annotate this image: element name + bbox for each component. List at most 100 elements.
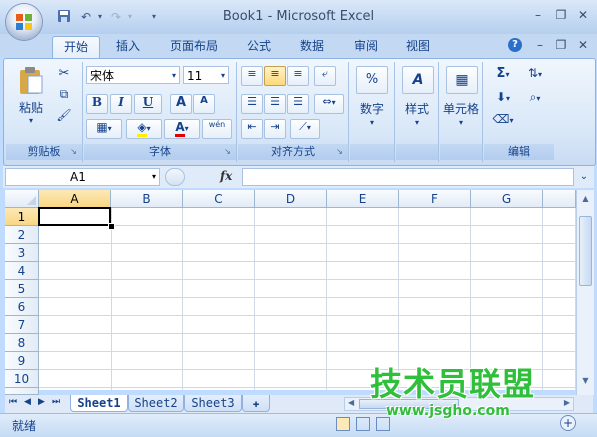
fill-button[interactable]: ⬇▾: [490, 90, 516, 108]
row-header-6[interactable]: 6: [5, 298, 39, 316]
formula-input[interactable]: [242, 168, 574, 186]
paste-button[interactable]: 粘贴 ▾: [14, 66, 48, 125]
font-color-dropdown-icon[interactable]: ▾: [185, 124, 189, 133]
bold-button[interactable]: B: [86, 94, 108, 114]
tab-insert[interactable]: 插入: [108, 36, 148, 58]
sheet-tab-1[interactable]: Sheet1: [70, 395, 128, 412]
active-cell-a1[interactable]: [38, 207, 111, 226]
column-header-partial[interactable]: [543, 190, 576, 208]
row-header-8[interactable]: 8: [5, 334, 39, 352]
row-header-10[interactable]: 10: [5, 370, 39, 388]
align-right-button[interactable]: ☰: [287, 94, 309, 114]
sheet-tab-2[interactable]: Sheet2: [128, 395, 184, 412]
fill-dropdown-icon[interactable]: ▾: [506, 94, 510, 103]
merge-dropdown-icon[interactable]: ▾: [332, 98, 336, 107]
paste-dropdown-icon[interactable]: ▾: [14, 116, 48, 125]
clear-dropdown-icon[interactable]: ▾: [509, 116, 513, 125]
row-header-7[interactable]: 7: [5, 316, 39, 334]
font-name-dropdown-icon[interactable]: ▾: [172, 67, 176, 85]
underline-button[interactable]: U: [134, 94, 162, 114]
grow-font-button[interactable]: A: [170, 94, 192, 114]
clear-button[interactable]: ⌫▾: [490, 112, 516, 130]
ribbon-close-icon[interactable]: ✕: [573, 37, 593, 53]
sheet-prev-icon[interactable]: ◀: [24, 397, 31, 407]
copy-icon[interactable]: ⧉: [56, 87, 72, 103]
orientation-button[interactable]: ⟋▾: [290, 119, 320, 139]
italic-button[interactable]: I: [110, 94, 132, 114]
insert-sheet-button[interactable]: ✚: [242, 395, 270, 412]
increase-indent-button[interactable]: ⇥: [264, 119, 286, 139]
tab-page-layout[interactable]: 页面布局: [162, 36, 226, 58]
sheet-tab-3[interactable]: Sheet3: [184, 395, 242, 412]
tab-view[interactable]: 视图: [398, 36, 438, 58]
scroll-left-icon[interactable]: ◀: [348, 398, 354, 407]
formula-bar-splitter[interactable]: [165, 168, 185, 186]
scroll-down-icon[interactable]: ▼: [579, 376, 592, 390]
column-header-c[interactable]: C: [183, 190, 255, 208]
wrap-text-button[interactable]: ⤶: [314, 66, 336, 86]
column-header-g[interactable]: G: [471, 190, 543, 208]
merge-center-button[interactable]: ⇔▾: [314, 94, 344, 114]
sort-filter-button[interactable]: ⇅▾: [522, 66, 548, 84]
sheet-last-icon[interactable]: ⏭: [52, 397, 60, 407]
scroll-up-icon[interactable]: ▲: [579, 194, 592, 208]
ribbon-restore-icon[interactable]: ❐: [551, 37, 571, 53]
font-name-combo[interactable]: 宋体 ▾: [86, 66, 180, 84]
font-launcher-icon[interactable]: ↘: [223, 147, 232, 156]
cells-button-label[interactable]: 单元格: [440, 100, 482, 117]
border-button[interactable]: ▦▾: [86, 119, 122, 139]
styles-button-label[interactable]: 样式: [396, 100, 438, 117]
align-bottom-button[interactable]: ≡: [287, 66, 309, 86]
font-size-combo[interactable]: 11 ▾: [183, 66, 229, 84]
name-box[interactable]: A1 ▾: [5, 168, 160, 186]
vertical-scrollbar[interactable]: ▲ ▼: [576, 190, 594, 395]
align-top-button[interactable]: ≡: [241, 66, 263, 86]
sheet-first-icon[interactable]: ⏮: [9, 397, 17, 407]
tab-home[interactable]: 开始: [52, 36, 100, 59]
font-color-button[interactable]: A▾: [164, 119, 200, 139]
sort-filter-dropdown-icon[interactable]: ▾: [538, 70, 542, 79]
alignment-launcher-icon[interactable]: ↘: [335, 147, 344, 156]
help-icon[interactable]: ?: [508, 38, 522, 52]
align-middle-button[interactable]: ≡: [264, 66, 286, 86]
font-size-dropdown-icon[interactable]: ▾: [221, 67, 225, 85]
tab-formulas[interactable]: 公式: [240, 36, 278, 58]
column-header-b[interactable]: B: [111, 190, 183, 208]
styles-dropdown-icon[interactable]: ▾: [396, 118, 438, 127]
cut-icon[interactable]: ✂: [56, 66, 72, 82]
row-header-3[interactable]: 3: [5, 244, 39, 262]
fill-color-button[interactable]: ◈▾: [126, 119, 162, 139]
minimize-icon[interactable]: –: [528, 7, 548, 23]
fill-handle[interactable]: [108, 223, 115, 230]
page-layout-view-icon[interactable]: [356, 417, 370, 431]
row-header-partial[interactable]: [5, 388, 39, 395]
border-dropdown-icon[interactable]: ▾: [108, 124, 112, 133]
format-painter-icon[interactable]: 🖌: [56, 108, 72, 124]
scroll-right-icon[interactable]: ▶: [564, 398, 570, 407]
name-box-dropdown-icon[interactable]: ▾: [152, 169, 156, 185]
row-header-1[interactable]: 1: [5, 208, 39, 226]
number-button-label[interactable]: 数字: [350, 100, 394, 117]
column-header-a[interactable]: A: [39, 190, 111, 208]
fill-color-dropdown-icon[interactable]: ▾: [147, 124, 151, 133]
clipboard-launcher-icon[interactable]: ↘: [69, 147, 78, 156]
close-icon[interactable]: ✕: [573, 7, 593, 23]
decrease-indent-button[interactable]: ⇤: [241, 119, 263, 139]
office-button[interactable]: [6, 4, 42, 40]
expand-formula-bar-icon[interactable]: ⌄: [577, 168, 591, 186]
cells-dropdown-icon[interactable]: ▾: [440, 118, 482, 127]
row-header-2[interactable]: 2: [5, 226, 39, 244]
shrink-font-button[interactable]: A: [193, 94, 215, 114]
normal-view-icon[interactable]: [336, 417, 350, 431]
number-dropdown-icon[interactable]: ▾: [350, 118, 394, 127]
align-left-button[interactable]: ☰: [241, 94, 263, 114]
row-header-9[interactable]: 9: [5, 352, 39, 370]
select-all-corner[interactable]: [5, 190, 39, 208]
tab-data[interactable]: 数据: [292, 36, 332, 58]
vertical-scroll-thumb[interactable]: [579, 216, 592, 286]
align-center-button[interactable]: ☰: [264, 94, 286, 114]
restore-icon[interactable]: ❐: [551, 7, 571, 23]
autosum-button[interactable]: Σ▾: [490, 66, 516, 84]
column-header-d[interactable]: D: [255, 190, 327, 208]
zoom-in-icon[interactable]: +: [560, 415, 576, 431]
